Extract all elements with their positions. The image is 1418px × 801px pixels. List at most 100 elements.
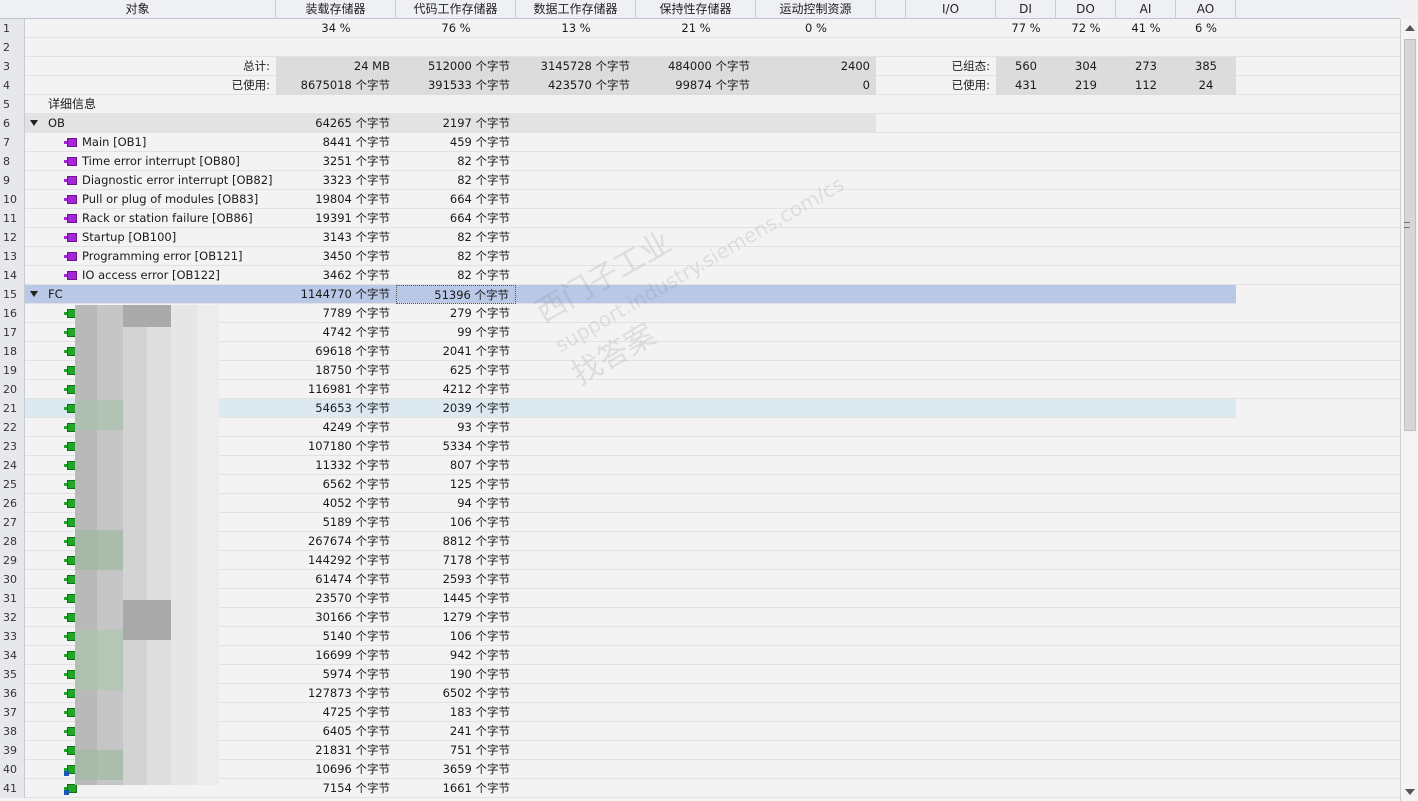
scroll-up-arrow-icon[interactable]	[1405, 25, 1415, 31]
column-header-do[interactable]: DO	[1056, 0, 1116, 19]
row-number[interactable]: 25	[0, 475, 25, 494]
row-number[interactable]: 5	[0, 95, 25, 114]
row-number[interactable]: 14	[0, 266, 25, 285]
row-number[interactable]: 13	[0, 247, 25, 266]
column-header-object[interactable]: 对象	[0, 0, 276, 19]
row-number[interactable]: 37	[0, 703, 25, 722]
fc-code: 1661 个字节	[442, 781, 510, 795]
ob-block-icon	[64, 214, 77, 223]
ob-group-row[interactable]: 6 OB 64265 个字节 2197 个字节	[0, 114, 1400, 133]
column-header-code-work-memory[interactable]: 代码工作存储器	[396, 0, 516, 19]
scrollbar-thumb[interactable]	[1404, 39, 1416, 431]
row-number[interactable]: 16	[0, 304, 25, 323]
fc-code: 7178 个字节	[442, 553, 510, 567]
fc-load: 6562 个字节	[322, 477, 390, 491]
total-row[interactable]: 3 总计: 24 MB 512000 个字节 3145728 个字节 48400…	[0, 57, 1400, 76]
used-do: 219	[1056, 76, 1116, 95]
row-number[interactable]: 12	[0, 228, 25, 247]
row-number[interactable]: 39	[0, 741, 25, 760]
ob-load: 3143 个字节	[322, 230, 390, 244]
row-number[interactable]: 38	[0, 722, 25, 741]
row-number[interactable]: 26	[0, 494, 25, 513]
row-number[interactable]: 24	[0, 456, 25, 475]
column-header-data-work-memory[interactable]: 数据工作存储器	[516, 0, 636, 19]
row-end-filler	[1236, 285, 1400, 304]
row-number[interactable]: 2	[0, 38, 25, 57]
ob-code: 82 个字节	[457, 154, 510, 168]
row-number[interactable]: 1	[0, 19, 25, 38]
row-number[interactable]: 8	[0, 152, 25, 171]
row-number[interactable]: 32	[0, 608, 25, 627]
fc-code: 4212 个字节	[442, 382, 510, 396]
row-number[interactable]: 22	[0, 418, 25, 437]
used-di: 431	[996, 76, 1056, 95]
configured-di: 560	[996, 57, 1056, 76]
vertical-scrollbar[interactable]	[1400, 19, 1418, 801]
used-row[interactable]: 4 已使用: 8675018 个字节 391533 个字节 423570 个字节…	[0, 76, 1400, 95]
column-header-retentive-memory[interactable]: 保持性存储器	[636, 0, 756, 19]
column-header-io[interactable]: I/O	[906, 0, 996, 19]
ob-row[interactable]: 7 Main [OB1] 8441 个字节 459 个字节	[0, 133, 1400, 152]
column-header-motion-control[interactable]: 运动控制资源	[756, 0, 876, 19]
column-header-ao[interactable]: AO	[1176, 0, 1236, 19]
row-number[interactable]: 27	[0, 513, 25, 532]
used-ao: 24	[1176, 76, 1236, 95]
column-header-ai[interactable]: AI	[1116, 0, 1176, 19]
ai-percent: 41 %	[1131, 21, 1161, 35]
row-number[interactable]: 4	[0, 76, 25, 95]
fc-load: 23570 个字节	[315, 591, 390, 605]
column-header-di[interactable]: DI	[996, 0, 1056, 19]
row-number[interactable]: 11	[0, 209, 25, 228]
scroll-down-arrow-icon[interactable]	[1405, 789, 1415, 795]
total-label: 总计:	[243, 59, 270, 73]
column-header-load-memory[interactable]: 装载存储器	[276, 0, 396, 19]
row-number[interactable]: 7	[0, 133, 25, 152]
ob-load: 3462 个字节	[322, 268, 390, 282]
blank-row[interactable]: 2	[0, 38, 1400, 57]
fc-code: 625 个字节	[449, 363, 510, 377]
row-number[interactable]: 18	[0, 342, 25, 361]
row-number[interactable]: 28	[0, 532, 25, 551]
row-number[interactable]: 21	[0, 399, 25, 418]
ob-block-icon	[64, 176, 77, 185]
column-header-spacer	[876, 0, 906, 19]
row-number[interactable]: 36	[0, 684, 25, 703]
load-percent: 34 %	[321, 21, 351, 35]
row-number[interactable]: 17	[0, 323, 25, 342]
group-code-focused-cell[interactable]: 51396 个字节	[396, 285, 516, 304]
ob-code: 82 个字节	[457, 268, 510, 282]
ob-row[interactable]: 9 Diagnostic error interrupt [OB82] 3323 个…	[0, 171, 1400, 190]
row-number[interactable]: 6	[0, 114, 25, 133]
collapse-triangle-icon[interactable]	[30, 120, 38, 126]
fc-load: 107180 个字节	[307, 439, 390, 453]
total-data: 3145728 个字节	[516, 57, 636, 76]
row-number[interactable]: 30	[0, 570, 25, 589]
row-number[interactable]: 3	[0, 57, 25, 76]
ob-load: 3450 个字节	[322, 249, 390, 263]
row-number[interactable]: 15	[0, 285, 25, 304]
row-number[interactable]: 29	[0, 551, 25, 570]
row-number[interactable]: 19	[0, 361, 25, 380]
row-number[interactable]: 9	[0, 171, 25, 190]
fc-code: 106 个字节	[449, 629, 510, 643]
row-number[interactable]: 10	[0, 190, 25, 209]
row-number[interactable]: 35	[0, 665, 25, 684]
detail-row[interactable]: 5 详细信息	[0, 95, 1400, 114]
row-number[interactable]: 41	[0, 779, 25, 798]
fc-load: 16699 个字节	[315, 648, 390, 662]
fc-code: 6502 个字节	[442, 686, 510, 700]
ob-row[interactable]: 8 Time error interrupt [OB80] 3251 个字节 82 个…	[0, 152, 1400, 171]
collapse-triangle-icon[interactable]	[30, 291, 38, 297]
group-load: 1144770 个字节	[300, 287, 390, 301]
percent-row[interactable]: 1 34 % 76 % 13 % 21 % 0 % 77 % 72 % 41 %…	[0, 19, 1400, 38]
row-number[interactable]: 34	[0, 646, 25, 665]
ob-name: Pull or plug of modules [OB83]	[82, 192, 259, 206]
ob-name: Rack or station failure [OB86]	[82, 211, 253, 225]
row-number[interactable]: 40	[0, 760, 25, 779]
row-number[interactable]: 23	[0, 437, 25, 456]
fc-code: 2039 个字节	[442, 401, 510, 415]
row-number[interactable]: 20	[0, 380, 25, 399]
code-percent: 76 %	[441, 21, 471, 35]
row-number[interactable]: 33	[0, 627, 25, 646]
row-number[interactable]: 31	[0, 589, 25, 608]
